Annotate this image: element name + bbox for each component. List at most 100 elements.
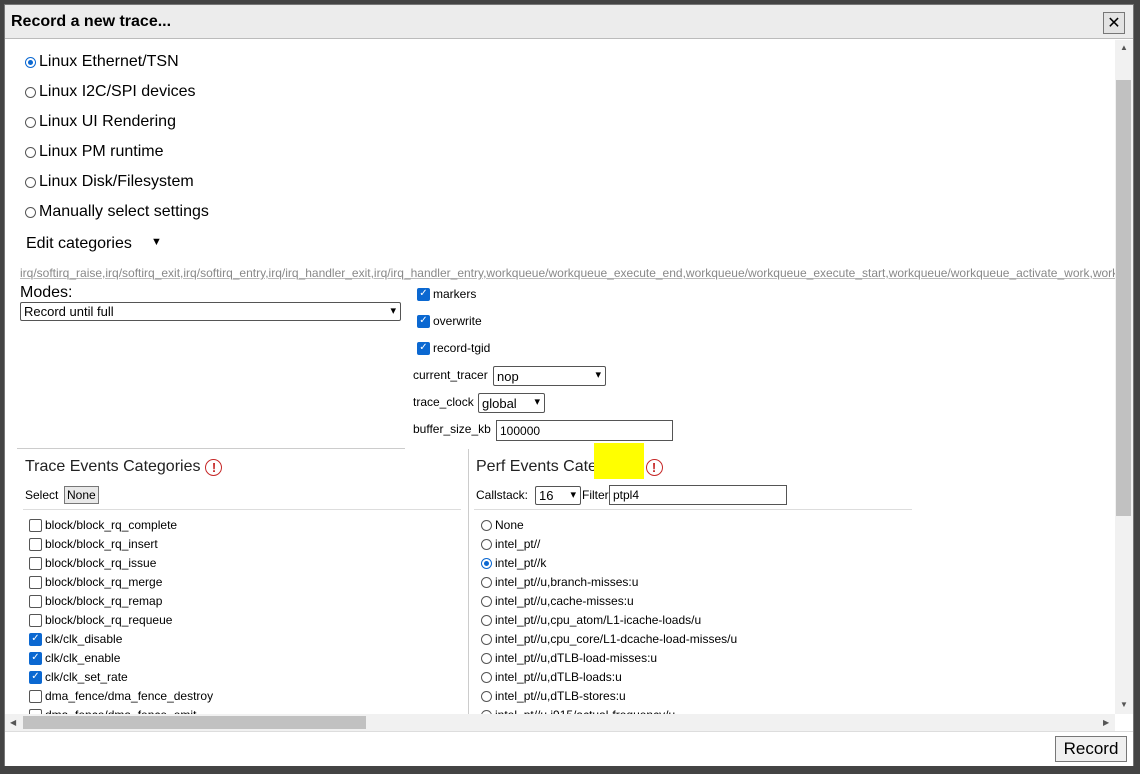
scroll-left-icon[interactable]: ◀: [10, 718, 16, 727]
edit-categories-toggle[interactable]: Edit categories: [26, 235, 132, 253]
radio-option[interactable]: Linux PM runtime: [25, 143, 164, 161]
radio-unchecked-icon[interactable]: [25, 146, 36, 158]
checkbox-option-label: dma_fence/dma_fence_destroy: [45, 689, 214, 703]
callstack-select[interactable]: 16 ▾: [535, 486, 581, 505]
checkbox-unchecked-icon[interactable]: [29, 537, 42, 551]
checkbox-checked-icon[interactable]: ✓: [29, 651, 42, 665]
radio-option[interactable]: intel_pt//u,dTLB-stores:u: [481, 689, 626, 703]
radio-unchecked-icon[interactable]: [481, 690, 492, 702]
caret-down-icon[interactable]: ▼: [151, 236, 162, 248]
enabled-events-list[interactable]: irq/softirq_raise,irq/softirq_exit,irq/s…: [20, 266, 1115, 280]
radio-unchecked-icon[interactable]: [481, 633, 492, 645]
checkbox-option[interactable]: dma_fence/dma_fence_destroy: [29, 689, 213, 703]
record-button-label: Record: [1063, 739, 1119, 758]
checkbox-checked-icon[interactable]: ✓: [29, 632, 42, 646]
checkbox-checked-icon[interactable]: ✓: [417, 287, 430, 301]
checkbox-option[interactable]: ✓ overwrite: [417, 314, 482, 328]
checkbox-option-label: block/block_rq_issue: [45, 556, 157, 570]
radio-option[interactable]: intel_pt//u,cache-misses:u: [481, 594, 634, 608]
checkbox-option[interactable]: block/block_rq_requeue: [29, 613, 172, 627]
radio-option[interactable]: intel_pt//u,cpu_core/L1-dcache-load-miss…: [481, 632, 737, 646]
checkbox-option[interactable]: block/block_rq_issue: [29, 556, 156, 570]
select-caret-icon: ▾: [390, 305, 396, 317]
checkbox-unchecked-icon[interactable]: [29, 575, 42, 589]
checkbox-unchecked-icon[interactable]: [29, 613, 42, 627]
radio-option[interactable]: Manually select settings: [25, 203, 209, 221]
radio-unchecked-icon[interactable]: [481, 652, 492, 664]
radio-unchecked-icon[interactable]: [481, 576, 492, 588]
radio-option-label: intel_pt//k: [495, 556, 547, 570]
close-button[interactable]: ✕: [1103, 12, 1125, 34]
radio-unchecked-icon[interactable]: [481, 671, 492, 683]
checkbox-option-label: block/block_rq_insert: [45, 537, 158, 551]
radio-option[interactable]: intel_pt//u,cpu_atom/L1-icache-loads/u: [481, 613, 701, 627]
radio-unchecked-icon[interactable]: [25, 206, 36, 218]
checkbox-option[interactable]: block/block_rq_insert: [29, 537, 158, 551]
radio-unchecked-icon[interactable]: [481, 538, 492, 550]
checkbox-option-label: block/block_rq_merge: [45, 575, 163, 589]
checkbox-option[interactable]: block/block_rq_complete: [29, 518, 177, 532]
checkbox-option[interactable]: ✓ markers: [417, 287, 476, 301]
checkbox-unchecked-icon[interactable]: [29, 689, 42, 703]
radio-option[interactable]: None: [481, 518, 524, 532]
checkbox-checked-icon[interactable]: ✓: [29, 670, 42, 684]
callstack-value: 16: [539, 488, 554, 503]
modes-select[interactable]: Record until full ▾: [20, 302, 401, 321]
select-label: Select: [25, 488, 59, 502]
select-caret-icon: ▾: [534, 396, 540, 408]
radio-unchecked-icon[interactable]: [481, 595, 492, 607]
checkbox-option[interactable]: ✓ record-tgid: [417, 341, 490, 355]
radio-option-label: Linux PM runtime: [39, 143, 164, 160]
scroll-right-icon[interactable]: ▶: [1103, 718, 1109, 727]
checkbox-checked-icon[interactable]: ✓: [417, 341, 430, 355]
checkbox-option-label: clk/clk_disable: [45, 632, 123, 646]
radio-option[interactable]: intel_pt//k: [481, 556, 546, 570]
radio-option[interactable]: intel_pt//: [481, 537, 540, 551]
radio-unchecked-icon[interactable]: [25, 116, 36, 128]
radio-unchecked-icon[interactable]: [25, 176, 36, 188]
checkbox-option[interactable]: ✓ clk/clk_enable: [29, 651, 120, 665]
warning-icon[interactable]: !: [205, 458, 223, 476]
checkbox-option-label: clk/clk_enable: [45, 651, 121, 665]
radio-option[interactable]: intel_pt//u,branch-misses:u: [481, 575, 638, 589]
radio-option[interactable]: intel_pt//u,dTLB-loads:u: [481, 670, 622, 684]
checkbox-checked-icon[interactable]: ✓: [417, 314, 430, 328]
record-trace-dialog: Record a new trace... ✕ Linux Ethernet/T…: [4, 4, 1134, 766]
trace-events-title-text: Trace Events Categories: [25, 458, 201, 475]
perf-filter-input[interactable]: ptpl4: [609, 485, 787, 505]
radio-option-label: intel_pt//u,dTLB-stores:u: [495, 689, 626, 703]
radio-option[interactable]: Linux I2C/SPI devices: [25, 83, 196, 101]
radio-option-label: Manually select settings: [39, 203, 209, 220]
trace-events-title: Trace Events Categories !: [25, 458, 223, 476]
radio-option[interactable]: Linux Disk/Filesystem: [25, 173, 194, 191]
record-button[interactable]: Record: [1055, 736, 1127, 762]
trace-clock-select[interactable]: global ▾: [478, 393, 545, 413]
radio-option[interactable]: intel_pt//u,dTLB-load-misses:u: [481, 651, 657, 665]
warning-icon[interactable]: !: [645, 458, 663, 476]
checkbox-option[interactable]: ✓ clk/clk_set_rate: [29, 670, 128, 684]
radio-unchecked-icon[interactable]: [25, 86, 36, 98]
trace-clock-label: trace_clock: [413, 395, 474, 409]
scroll-down-icon[interactable]: ▼: [1120, 700, 1128, 709]
vertical-scrollbar-thumb[interactable]: [1116, 80, 1131, 516]
radio-option-label: intel_pt//u,cache-misses:u: [495, 594, 634, 608]
checkbox-unchecked-icon[interactable]: [29, 594, 42, 608]
radio-option[interactable]: Linux UI Rendering: [25, 113, 176, 131]
buffer-size-input[interactable]: 100000: [496, 420, 673, 441]
select-none-button[interactable]: None: [64, 486, 99, 504]
horizontal-scrollbar-thumb[interactable]: [23, 716, 366, 729]
radio-checked-icon[interactable]: [25, 56, 36, 68]
radio-checked-icon[interactable]: [481, 557, 492, 569]
radio-option[interactable]: Linux Ethernet/TSN: [25, 53, 179, 71]
radio-unchecked-icon[interactable]: [481, 519, 492, 531]
dialog-footer: [5, 731, 1133, 766]
checkbox-option[interactable]: block/block_rq_merge: [29, 575, 162, 589]
scroll-up-icon[interactable]: ▲: [1120, 43, 1128, 52]
checkbox-option[interactable]: ✓ clk/clk_disable: [29, 632, 122, 646]
perf-list-divider: [474, 509, 912, 510]
current-tracer-select[interactable]: nop ▾: [493, 366, 606, 386]
checkbox-unchecked-icon[interactable]: [29, 556, 42, 570]
checkbox-unchecked-icon[interactable]: [29, 518, 42, 532]
radio-unchecked-icon[interactable]: [481, 614, 492, 626]
checkbox-option[interactable]: block/block_rq_remap: [29, 594, 162, 608]
